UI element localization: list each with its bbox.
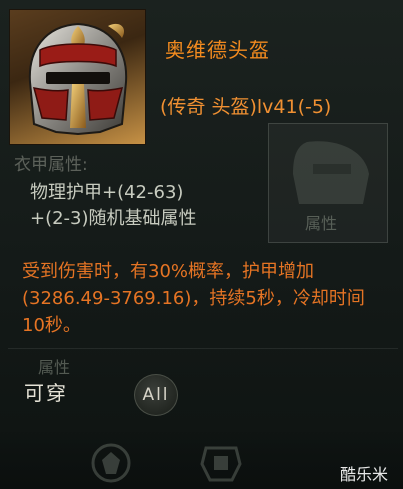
watermark-text: 酷乐米 [340, 465, 389, 484]
attribute-random-base: +(2-3)随机基础属性 [30, 208, 197, 229]
footer-attr-label: 属性 [38, 358, 71, 377]
helmet-icon [28, 22, 128, 136]
helmet-silhouette-icon [293, 141, 369, 204]
item-name: 奥维德头盔 [165, 38, 270, 62]
all-class-badge[interactable]: All [134, 374, 178, 416]
attribute-armor: 物理护甲+(42-63) [30, 182, 184, 203]
section-divider [8, 348, 398, 349]
item-rarity-level: (传奇 头盔)lv41(-5) [160, 96, 332, 118]
effect-part: 受到伤害时，有 [22, 261, 148, 282]
item-icon-frame [9, 9, 146, 145]
armor-icon[interactable] [196, 440, 246, 486]
effect-part: 秒，冷却时间 [256, 288, 365, 309]
effect-percent: 30% [148, 261, 189, 282]
attributes-heading: 衣甲属性: [14, 155, 88, 175]
gear-icon[interactable] [88, 440, 134, 486]
compare-item-slot[interactable]: 属性 [268, 123, 388, 243]
effect-cooldown: 10 [22, 315, 45, 336]
compare-attr-label: 属性 [305, 214, 338, 233]
item-tooltip-panel: 奥维德头盔 (传奇 头盔)lv41(-5) 属性 衣甲属性: 物理护甲+(42-… [0, 0, 403, 489]
effect-part: 秒。 [44, 315, 81, 336]
wearable-status: 可穿 [24, 381, 68, 405]
effect-duration: 5 [245, 288, 257, 309]
effect-part: 概率，护甲增加 [188, 261, 315, 282]
effect-part: ，持续 [191, 288, 246, 309]
effect-value-range: (3286.49-3769.16) [22, 288, 192, 309]
special-effect-text: 受到伤害时，有30%概率，护甲增加 (3286.49-3769.16)，持续5秒，… [22, 258, 382, 339]
